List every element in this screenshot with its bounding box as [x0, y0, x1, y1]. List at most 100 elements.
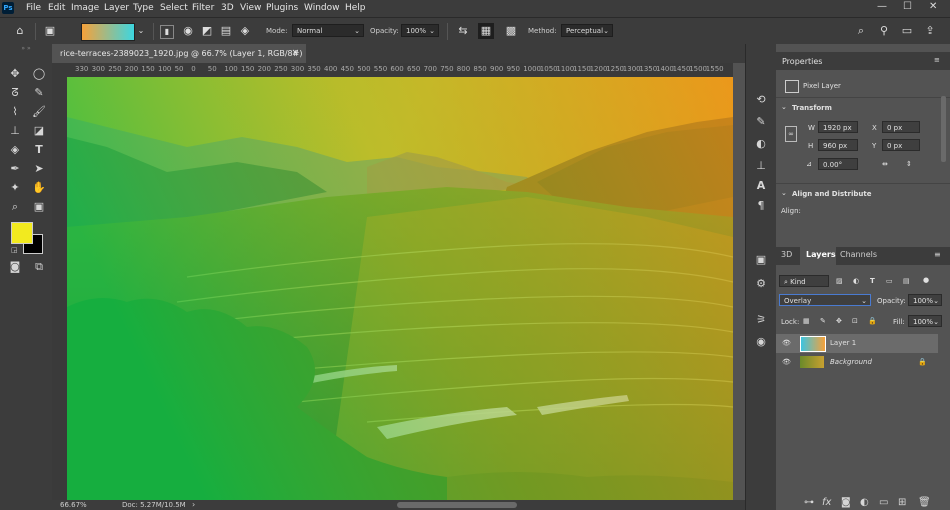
marquee-tool-icon[interactable]: ◯ [30, 65, 48, 83]
panel-menu-icon[interactable]: ≡ [934, 56, 940, 64]
lock-transparent-icon[interactable]: ▦ [803, 317, 810, 325]
group-icon[interactable]: ▭ [879, 497, 888, 508]
maximize-button[interactable]: ☐ [903, 1, 912, 12]
layer-mask-icon[interactable]: ◙ [841, 497, 851, 508]
method-select[interactable]: Perceptual ⌄ [561, 24, 613, 37]
menu-help[interactable]: Help [345, 3, 366, 13]
plugins-icon[interactable]: ⚙ [753, 276, 769, 292]
libraries-icon[interactable]: ▣ [753, 252, 769, 268]
type-tool-icon[interactable]: T [30, 141, 48, 159]
new-layer-icon[interactable]: ⊞ [898, 497, 906, 508]
opacity-input[interactable]: 100% ⌄ [401, 24, 439, 37]
zoom-tool-icon[interactable]: ⌕ [6, 198, 24, 216]
filter-toggle-icon[interactable]: ● [923, 276, 929, 284]
navigator-icon[interactable]: ◉ [753, 334, 769, 350]
chevron-down-icon[interactable]: ⌄ [781, 189, 787, 197]
radial-gradient-icon[interactable]: ◉ [180, 23, 196, 39]
stamp-tool-icon[interactable]: ⊥ [6, 122, 24, 140]
y-field[interactable]: 0 px [882, 139, 920, 151]
shape-tool-icon[interactable]: ✦ [6, 179, 24, 197]
lock-position-icon[interactable]: ✥ [836, 317, 842, 325]
tab-channels[interactable]: Channels [840, 250, 877, 259]
ruler-vertical[interactable] [52, 63, 67, 500]
filter-type-icon[interactable]: T [870, 277, 875, 285]
status-menu-arrow[interactable]: › [192, 500, 195, 509]
filter-adjustment-icon[interactable]: ◐ [853, 277, 859, 285]
dither-icon[interactable]: ▦ [478, 23, 494, 39]
filter-smart-object-icon[interactable]: ▤ [903, 277, 910, 285]
visibility-eye-icon[interactable]: 👁 [782, 339, 791, 347]
lock-all-icon[interactable]: 🔒 [868, 317, 877, 325]
minimize-button[interactable]: — [877, 1, 887, 12]
quick-mask-icon[interactable]: ◙ [6, 258, 24, 276]
chevron-down-icon[interactable]: ⌄ [133, 23, 149, 39]
pen-tool-icon[interactable]: ✒ [6, 160, 24, 178]
brushes-icon[interactable]: ✎ [753, 114, 769, 130]
menu-type[interactable]: Type [133, 3, 154, 13]
menu-file[interactable]: File [26, 3, 41, 13]
eraser-tool-icon[interactable]: ◪ [30, 122, 48, 140]
menu-filter[interactable]: Filter [192, 3, 214, 13]
workspace-icon[interactable]: ▭ [899, 23, 915, 39]
transform-section-title[interactable]: Transform [792, 104, 832, 112]
layer-name[interactable]: Layer 1 [830, 339, 856, 347]
brush-tool-icon[interactable]: 🖌 [30, 103, 48, 121]
linear-gradient-icon[interactable]: ▮ [160, 25, 174, 39]
tab-3d[interactable]: 3D [781, 250, 792, 259]
horizontal-scrollbar[interactable] [397, 502, 517, 508]
default-colors-icon[interactable]: ◲ [11, 246, 18, 254]
eyedropper-tool-icon[interactable]: ⌇ [6, 103, 24, 121]
delete-layer-icon[interactable]: 🗑 [918, 497, 931, 508]
properties-icon[interactable]: ⚞ [753, 312, 769, 328]
align-section-title[interactable]: Align and Distribute [792, 190, 871, 198]
gradient-preview[interactable] [81, 23, 135, 41]
menu-plugins[interactable]: Plugins [266, 3, 298, 13]
height-field[interactable]: 960 px [818, 139, 858, 151]
visibility-eye-icon[interactable]: 👁 [782, 358, 791, 366]
lasso-tool-icon[interactable]: ᘔ [6, 84, 24, 102]
layer-name[interactable]: Background [830, 358, 872, 366]
x-field[interactable]: 0 px [882, 121, 920, 133]
angle-field[interactable]: 0.00° [818, 158, 858, 170]
edit-toolbar-icon[interactable]: ▣ [30, 198, 48, 216]
angle-gradient-icon[interactable]: ◩ [199, 23, 215, 39]
document-tab[interactable]: rice-terraces-2389023_1920.jpg @ 66.7% (… [52, 44, 306, 77]
search-icon[interactable]: ⚲ [876, 23, 892, 39]
canvas[interactable] [67, 77, 733, 500]
paint-bucket-tool-icon[interactable]: ◈ [6, 141, 24, 159]
link-layers-icon[interactable]: ⊶ [804, 497, 814, 508]
history-icon[interactable]: ⟲ [753, 92, 769, 108]
flip-horizontal-icon[interactable]: ⇹ [882, 160, 888, 168]
close-button[interactable]: ✕ [929, 1, 937, 12]
screen-mode-icon[interactable]: ⧉ [30, 258, 48, 276]
layer-style-icon[interactable]: fx [822, 497, 831, 508]
search-icon[interactable]: ⌕ [853, 23, 869, 39]
path-selection-tool-icon[interactable]: ➤ [30, 160, 48, 178]
adjustment-layer-icon[interactable]: ◐ [860, 497, 869, 508]
diamond-gradient-icon[interactable]: ◈ [237, 23, 253, 39]
chevron-down-icon[interactable]: ⌄ [781, 103, 787, 111]
reverse-icon[interactable]: ⇆ [455, 23, 471, 39]
mode-select[interactable]: Normal ⌄ [292, 24, 364, 37]
panel-collapse-icon[interactable]: » » [0, 46, 52, 52]
adjustments-icon[interactable]: ◐ [753, 136, 769, 152]
zoom-level[interactable]: 66.67% [60, 501, 87, 509]
width-field[interactable]: 1920 px [818, 121, 858, 133]
hand-tool-icon[interactable]: ✋ [30, 179, 48, 197]
home-icon[interactable]: ⌂ [12, 23, 28, 39]
reflected-gradient-icon[interactable]: ▤ [218, 23, 234, 39]
move-tool-icon[interactable]: ✥ [6, 65, 24, 83]
layer-row-layer-1[interactable]: 👁 Layer 1 [776, 334, 938, 353]
transparency-icon[interactable]: ▩ [503, 23, 519, 39]
menu-layer[interactable]: Layer [104, 3, 129, 13]
ruler-horizontal[interactable]: 330 300 250 200 150 100 50 0 50 100 150 200 250 300 35… [67, 63, 733, 78]
properties-title[interactable]: Properties [782, 57, 822, 66]
gradient-tool-preset-icon[interactable]: ▣ [42, 23, 58, 39]
menu-select[interactable]: Select [160, 3, 188, 13]
lock-artboard-icon[interactable]: ⊡ [852, 317, 858, 325]
stamp-icon[interactable]: ⊥ [753, 158, 769, 174]
menu-view[interactable]: View [240, 3, 261, 13]
foreground-color-front[interactable] [11, 222, 33, 244]
fill-input[interactable]: 100% ⌄ [908, 315, 942, 327]
filter-kind-select[interactable]: ⌕ Kind [779, 275, 829, 287]
